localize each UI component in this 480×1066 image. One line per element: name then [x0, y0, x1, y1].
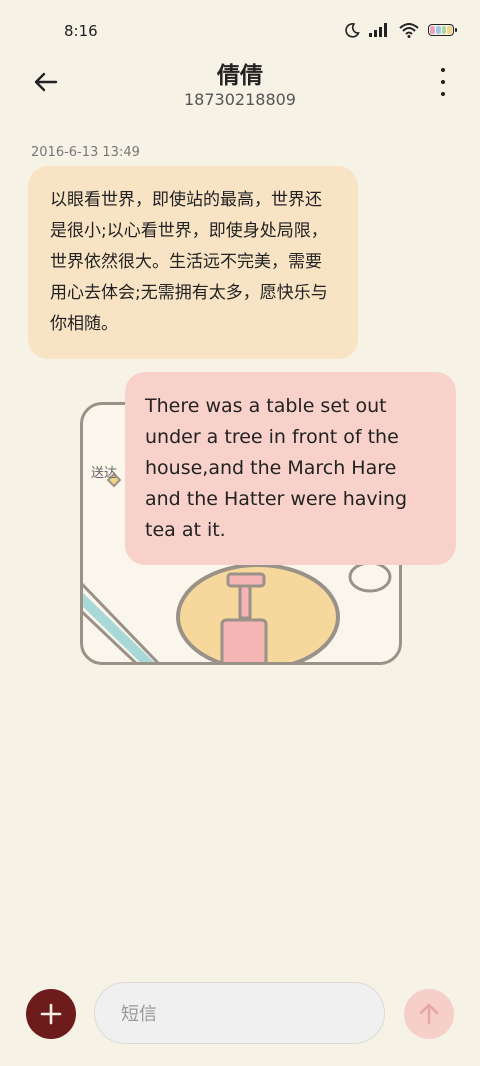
outgoing-message-bubble[interactable]: There was a table set out under a tree i… [125, 372, 456, 565]
moon-icon [345, 23, 360, 38]
contact-number: 18730218809 [184, 90, 296, 109]
message-input[interactable]: 短信 [94, 982, 385, 1044]
incoming-message-bubble[interactable]: 以眼看世界，即使站的最高，世界还是很小;以心看世界，即使身处局限，世界依然很大。… [28, 166, 358, 359]
arrow-up-icon [419, 1003, 439, 1025]
wifi-icon [399, 23, 419, 38]
signal-icon [369, 23, 387, 37]
conversation-header: 倩倩 18730218809 [0, 52, 480, 122]
sticker-delivered-label: 送达 [91, 466, 118, 481]
send-button[interactable] [404, 989, 454, 1039]
more-options-icon[interactable] [440, 68, 446, 96]
add-attachment-button[interactable] [26, 989, 76, 1039]
message-timestamp: 2016-6-13 13:49 [31, 145, 140, 160]
message-composer: 短信 [0, 980, 480, 1050]
plus-icon [40, 1003, 62, 1025]
contact-name: 倩倩 [217, 63, 263, 89]
battery-icon [428, 24, 457, 36]
status-icons [344, 22, 457, 38]
status-bar: 8:16 [0, 0, 480, 60]
status-time: 8:16 [64, 22, 98, 40]
